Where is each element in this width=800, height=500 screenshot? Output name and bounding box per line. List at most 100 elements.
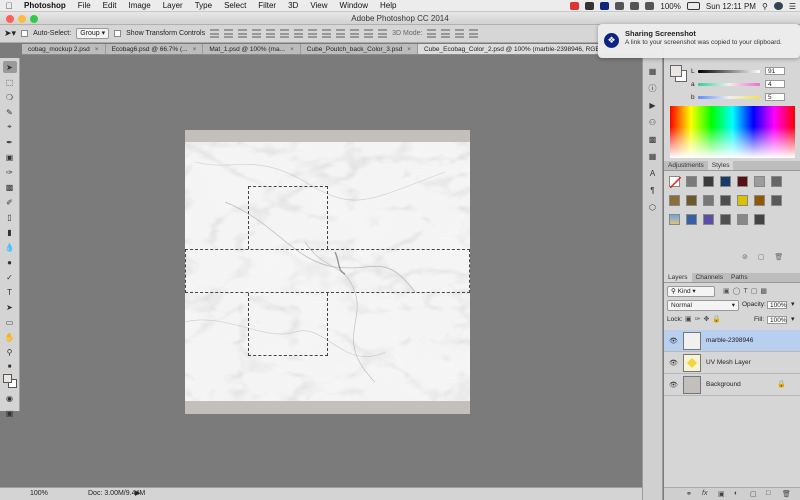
character-icon[interactable]: A xyxy=(646,168,659,179)
adjustment-layer-icon[interactable]: ◐ xyxy=(734,490,738,497)
apple-icon[interactable]:  xyxy=(0,1,18,11)
menu-file[interactable]: File xyxy=(72,1,97,10)
L-value-field[interactable]: 91 xyxy=(765,67,785,75)
hand-tool-icon[interactable]: ✋ xyxy=(3,331,17,343)
color-fg-swatch[interactable] xyxy=(670,65,682,77)
opacity-arrow-icon[interactable]: ▾ xyxy=(791,300,795,308)
marble-layer-image[interactable] xyxy=(185,142,470,401)
distribute-left-icon[interactable] xyxy=(336,29,346,38)
swatches-icon[interactable]: ▦ xyxy=(646,151,659,162)
close-tab-icon[interactable]: × xyxy=(407,46,411,53)
3d-roll-icon[interactable] xyxy=(441,29,451,38)
style-swatch[interactable] xyxy=(686,214,697,225)
rectangle-tool-icon[interactable]: ▭ xyxy=(3,316,17,328)
align-left-icon[interactable] xyxy=(252,29,262,38)
align-right-icon[interactable] xyxy=(280,29,290,38)
menu-window[interactable]: Window xyxy=(334,1,374,10)
blend-mode-dropdown[interactable]: Normal ▾ xyxy=(667,300,739,311)
user-avatar-icon[interactable] xyxy=(773,2,783,10)
tab-paths[interactable]: Paths xyxy=(727,273,752,282)
path-selection-tool-icon[interactable]: ➤ xyxy=(3,301,17,313)
brushes-icon[interactable]: ⚇ xyxy=(646,117,659,128)
close-tab-icon[interactable]: × xyxy=(290,46,294,53)
zoom-tool-icon[interactable]: ⚲ xyxy=(3,346,17,358)
add-mask-icon[interactable]: ▣ xyxy=(718,490,725,498)
a-slider[interactable] xyxy=(698,83,760,86)
close-window-button[interactable] xyxy=(6,15,14,23)
new-style-icon[interactable]: ▢ xyxy=(758,254,765,261)
fx-icon[interactable]: fx xyxy=(702,490,707,497)
style-swatch[interactable] xyxy=(771,195,782,206)
properties-icon[interactable]: ▦ xyxy=(646,66,659,77)
style-swatch[interactable] xyxy=(669,195,680,206)
menu-3d[interactable]: 3D xyxy=(282,1,304,10)
menu-type[interactable]: Type xyxy=(189,1,218,10)
clock[interactable]: Sun 12:11 PM xyxy=(706,2,756,11)
align-vcenter-icon[interactable] xyxy=(224,29,234,38)
search-icon[interactable]: ⚲ xyxy=(762,2,768,11)
volume-icon[interactable] xyxy=(645,2,655,10)
tab-adjustments[interactable]: Adjustments xyxy=(664,161,708,170)
fill-field[interactable]: 100% xyxy=(767,316,787,324)
sync-icon[interactable] xyxy=(585,2,595,10)
style-none-swatch[interactable] xyxy=(669,176,682,189)
default-colors-icon[interactable]: ■ xyxy=(3,361,17,373)
menu-help[interactable]: Help xyxy=(374,1,402,10)
close-tab-icon[interactable]: × xyxy=(95,46,99,53)
3d-icon[interactable]: ⬡ xyxy=(646,202,659,213)
style-swatch[interactable] xyxy=(771,176,782,187)
creative-cloud-icon[interactable] xyxy=(570,2,580,10)
b-value-field[interactable]: 5 xyxy=(765,93,785,101)
move-tool-icon[interactable]: ➤ xyxy=(2,61,17,73)
clone-stamp-tool-icon[interactable]: ▩ xyxy=(3,181,17,193)
tab-channels[interactable]: Channels xyxy=(692,273,727,282)
tab-doc-3[interactable]: Mat_1.psd @ 100% (ma... × xyxy=(203,44,301,54)
3d-rotate-icon[interactable] xyxy=(427,29,437,38)
opacity-field[interactable]: 100% xyxy=(767,301,787,309)
actions-icon[interactable]: ▶ xyxy=(646,100,659,111)
zoom-level[interactable]: 100% xyxy=(30,488,48,500)
quick-mask-icon[interactable]: ◉ xyxy=(3,392,17,404)
layer-name[interactable]: Background xyxy=(706,381,741,388)
info-icon[interactable]: ⓘ xyxy=(646,83,659,94)
layer-row-uv-mesh[interactable]: 👁 UV Mesh Layer xyxy=(664,352,800,374)
L-slider[interactable] xyxy=(698,70,760,73)
align-hcenter-icon[interactable] xyxy=(266,29,276,38)
dropbox-icon[interactable] xyxy=(600,2,610,10)
lock-icons[interactable]: ▣✑✥🔒 xyxy=(685,315,724,323)
new-layer-icon[interactable]: □ xyxy=(766,490,770,497)
style-swatch[interactable] xyxy=(737,195,748,206)
kind-filter-dropdown[interactable]: ⚲ Kind ▾ xyxy=(667,286,715,297)
brush-tool-icon[interactable]: ✑ xyxy=(3,166,17,178)
layer-row-marble[interactable]: 👁 marble-2398946 xyxy=(664,330,800,352)
battery-icon[interactable] xyxy=(686,2,700,10)
style-swatch[interactable] xyxy=(754,176,765,187)
visibility-eye-icon[interactable]: 👁 xyxy=(669,381,678,389)
layer-name[interactable]: UV Mesh Layer xyxy=(706,359,751,366)
distribute-vcenter-icon[interactable] xyxy=(308,29,318,38)
layer-thumbnail[interactable] xyxy=(683,354,701,372)
history-brush-tool-icon[interactable]: ✐ xyxy=(3,196,17,208)
tab-doc-1[interactable]: cobag_mockup 2.psd × xyxy=(22,44,106,54)
crop-tool-icon[interactable]: ⌖ xyxy=(3,121,17,133)
menu-layer[interactable]: Layer xyxy=(157,1,189,10)
quick-select-tool-icon[interactable]: ✎ xyxy=(3,106,17,118)
style-swatch[interactable] xyxy=(686,195,697,206)
distribute-hcenter-icon[interactable] xyxy=(350,29,360,38)
status-menu-arrow-icon[interactable]: ▶ xyxy=(135,488,140,500)
align-top-icon[interactable] xyxy=(210,29,220,38)
gradient-tool-icon[interactable]: ▮ xyxy=(3,226,17,238)
eraser-tool-icon[interactable]: ▯ xyxy=(3,211,17,223)
menu-image[interactable]: Image xyxy=(122,1,156,10)
lasso-tool-icon[interactable]: ❍ xyxy=(3,91,17,103)
align-bottom-icon[interactable] xyxy=(238,29,248,38)
style-swatch[interactable] xyxy=(754,195,765,206)
style-swatch[interactable] xyxy=(737,214,748,225)
foreground-color-swatch[interactable] xyxy=(3,374,12,383)
link-layers-icon[interactable]: ⚭ xyxy=(686,490,692,498)
move-tool-preset-icon[interactable]: ➤▾ xyxy=(4,28,16,39)
visibility-eye-icon[interactable]: 👁 xyxy=(669,337,678,345)
3d-slide-icon[interactable] xyxy=(469,29,479,38)
style-swatch[interactable] xyxy=(703,195,714,206)
distribute-right-icon[interactable] xyxy=(364,29,374,38)
